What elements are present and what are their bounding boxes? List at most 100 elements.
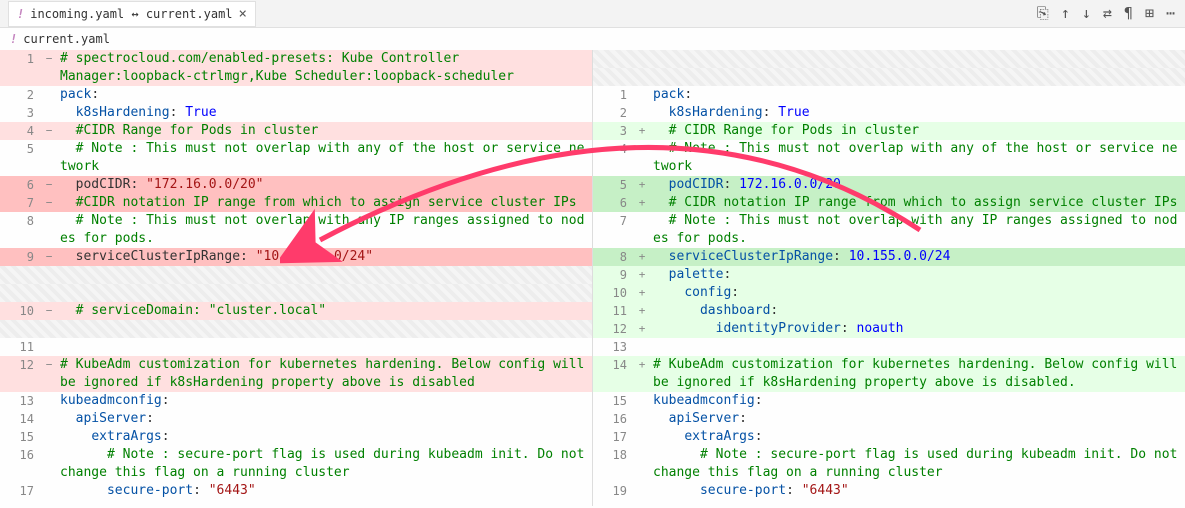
code-content: podCIDR: 172.16.0.0/20 bbox=[649, 176, 1185, 194]
code-line[interactable]: 5 # Note : This must not overlap with an… bbox=[0, 140, 592, 176]
diff-marker bbox=[635, 428, 649, 446]
code-content bbox=[56, 284, 592, 302]
code-content bbox=[649, 338, 1185, 356]
code-line[interactable]: 17 extraArgs: bbox=[593, 428, 1185, 446]
close-icon[interactable]: × bbox=[239, 6, 247, 22]
toolbar-icon-0[interactable]: ⎘ bbox=[1037, 4, 1049, 22]
code-line[interactable]: 16 apiServer: bbox=[593, 410, 1185, 428]
code-content: k8sHardening: True bbox=[56, 104, 592, 122]
diff-marker bbox=[635, 104, 649, 122]
code-line[interactable]: 16 # Note : secure-port flag is used dur… bbox=[0, 446, 592, 482]
code-line[interactable]: 4 # Note : This must not overlap with an… bbox=[593, 140, 1185, 176]
code-content: # Note : secure-port flag is used during… bbox=[56, 446, 592, 482]
line-number: 1 bbox=[0, 50, 42, 68]
code-line[interactable]: 7− #CIDR notation IP range from which to… bbox=[0, 194, 592, 212]
code-line[interactable]: 3 k8sHardening: True bbox=[0, 104, 592, 122]
code-line[interactable]: 12−# KubeAdm customization for kubernete… bbox=[0, 356, 592, 392]
line-number: 10 bbox=[0, 302, 42, 320]
code-line[interactable]: 3+ # CIDR Range for Pods in cluster bbox=[593, 122, 1185, 140]
code-line[interactable]: 11+ dashboard: bbox=[593, 302, 1185, 320]
code-content: apiServer: bbox=[649, 410, 1185, 428]
code-line[interactable]: 14+# KubeAdm customization for kubernete… bbox=[593, 356, 1185, 392]
code-line[interactable]: 13kubeadmconfig: bbox=[0, 392, 592, 410]
diff-marker: − bbox=[42, 122, 56, 140]
diff-marker bbox=[42, 392, 56, 410]
line-number bbox=[0, 266, 42, 284]
line-number bbox=[593, 68, 635, 86]
code-line[interactable]: 6+ # CIDR notation IP range from which t… bbox=[593, 194, 1185, 212]
code-content: secure-port: "6443" bbox=[649, 482, 1185, 500]
line-number: 9 bbox=[0, 248, 42, 266]
code-line[interactable] bbox=[593, 50, 1185, 68]
code-line[interactable]: 17 secure-port: "6443" bbox=[0, 482, 592, 500]
code-line[interactable]: 10+ config: bbox=[593, 284, 1185, 302]
breadcrumb: ! current.yaml bbox=[0, 28, 1185, 50]
yaml-icon: ! bbox=[17, 7, 24, 21]
code-content: config: bbox=[649, 284, 1185, 302]
tab-title: incoming.yaml ↔ current.yaml bbox=[30, 7, 232, 21]
diff-marker bbox=[42, 320, 56, 338]
line-number: 13 bbox=[593, 338, 635, 356]
code-line[interactable]: 18 # Note : secure-port flag is used dur… bbox=[593, 446, 1185, 482]
code-content: palette: bbox=[649, 266, 1185, 284]
code-line[interactable]: 7 # Note : This must not overlap with an… bbox=[593, 212, 1185, 248]
code-content: # KubeAdm customization for kubernetes h… bbox=[56, 356, 592, 392]
code-line[interactable]: 8 # Note : This must not overlap with an… bbox=[0, 212, 592, 248]
code-line[interactable] bbox=[0, 266, 592, 284]
toolbar-icon-5[interactable]: ⊞ bbox=[1145, 4, 1154, 22]
diff-marker bbox=[42, 104, 56, 122]
code-line[interactable]: 10− # serviceDomain: "cluster.local" bbox=[0, 302, 592, 320]
diff-marker bbox=[42, 446, 56, 482]
code-line[interactable]: 8+ serviceClusterIpRange: 10.155.0.0/24 bbox=[593, 248, 1185, 266]
right-pane[interactable]: 1pack:2 k8sHardening: True3+ # CIDR Rang… bbox=[593, 50, 1185, 506]
code-line[interactable] bbox=[0, 320, 592, 338]
line-number: 5 bbox=[0, 140, 42, 176]
code-line[interactable]: 14 apiServer: bbox=[0, 410, 592, 428]
code-line[interactable]: 13 bbox=[593, 338, 1185, 356]
line-number: 12 bbox=[0, 356, 42, 392]
diff-marker bbox=[42, 338, 56, 356]
line-number: 4 bbox=[0, 122, 42, 140]
code-line[interactable]: 1−# spectrocloud.com/enabled-presets: Ku… bbox=[0, 50, 592, 68]
code-content: pack: bbox=[56, 86, 592, 104]
toolbar-icon-6[interactable]: ⋯ bbox=[1166, 4, 1175, 22]
line-number bbox=[0, 320, 42, 338]
code-line[interactable]: 11 bbox=[0, 338, 592, 356]
diff-marker bbox=[635, 86, 649, 104]
code-line[interactable]: 6− podCIDR: "172.16.0.0/20" bbox=[0, 176, 592, 194]
diff-marker bbox=[635, 68, 649, 86]
code-line[interactable]: Manager:loopback-ctrlmgr,Kube Scheduler:… bbox=[0, 68, 592, 86]
diff-marker: − bbox=[42, 50, 56, 68]
code-line[interactable]: 9+ palette: bbox=[593, 266, 1185, 284]
toolbar-icon-2[interactable]: ↓ bbox=[1082, 4, 1091, 22]
code-line[interactable]: 12+ identityProvider: noauth bbox=[593, 320, 1185, 338]
code-line[interactable]: 9− serviceClusterIpRange: "10.155.0.0/24… bbox=[0, 248, 592, 266]
code-line[interactable]: 4− #CIDR Range for Pods in cluster bbox=[0, 122, 592, 140]
toolbar-icon-1[interactable]: ↑ bbox=[1061, 4, 1070, 22]
diff-marker bbox=[635, 446, 649, 482]
code-content: kubeadmconfig: bbox=[649, 392, 1185, 410]
code-content: # Note : secure-port flag is used during… bbox=[649, 446, 1185, 482]
code-line[interactable]: 19 secure-port: "6443" bbox=[593, 482, 1185, 500]
code-line[interactable]: 15kubeadmconfig: bbox=[593, 392, 1185, 410]
code-line[interactable] bbox=[593, 68, 1185, 86]
file-tab[interactable]: ! incoming.yaml ↔ current.yaml × bbox=[8, 1, 256, 27]
code-line[interactable]: 2 pack: bbox=[0, 86, 592, 104]
code-content: podCIDR: "172.16.0.0/20" bbox=[56, 176, 592, 194]
line-number: 2 bbox=[0, 86, 42, 104]
diff-marker: − bbox=[42, 194, 56, 212]
subheader-file: current.yaml bbox=[23, 32, 110, 46]
toolbar-icon-4[interactable]: ¶ bbox=[1124, 4, 1133, 22]
diff-marker: + bbox=[635, 302, 649, 320]
code-line[interactable]: 5+ podCIDR: 172.16.0.0/20 bbox=[593, 176, 1185, 194]
toolbar-icon-3[interactable]: ⇄ bbox=[1103, 4, 1112, 22]
line-number: 5 bbox=[593, 176, 635, 194]
left-pane[interactable]: 1−# spectrocloud.com/enabled-presets: Ku… bbox=[0, 50, 593, 506]
code-content: kubeadmconfig: bbox=[56, 392, 592, 410]
diff-marker: + bbox=[635, 176, 649, 194]
code-line[interactable]: 15 extraArgs: bbox=[0, 428, 592, 446]
code-line[interactable]: 1pack: bbox=[593, 86, 1185, 104]
code-line[interactable] bbox=[0, 284, 592, 302]
diff-marker: + bbox=[635, 320, 649, 338]
code-line[interactable]: 2 k8sHardening: True bbox=[593, 104, 1185, 122]
